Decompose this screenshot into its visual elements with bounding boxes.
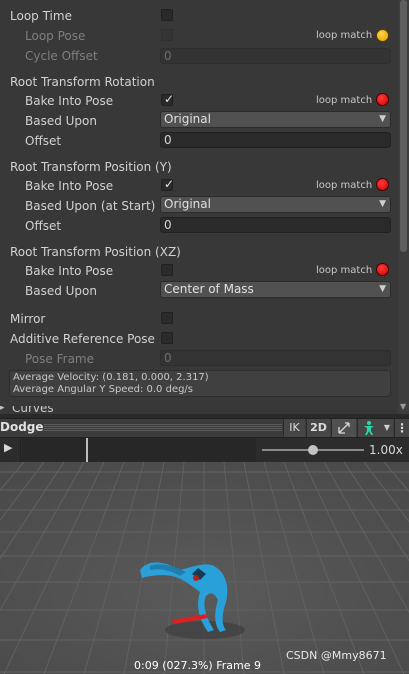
cycle-offset-field[interactable]: 0 bbox=[160, 48, 391, 64]
preview-viewport[interactable]: 0:09 (027.3%) Frame 9 CSDN @Mmy8671 bbox=[0, 462, 409, 674]
scroll-down-arrow-icon[interactable]: ▼ bbox=[400, 402, 406, 411]
more-menu-button[interactable]: ⋮ bbox=[394, 419, 409, 437]
loop-match-label: loop match bbox=[316, 265, 373, 276]
loop-match-label: loop match bbox=[316, 30, 373, 41]
checkmark-icon: ✓ bbox=[164, 92, 175, 106]
play-button[interactable]: ▶ bbox=[0, 438, 21, 462]
loop-match-label: loop match bbox=[316, 180, 373, 191]
dropdown-value: Original bbox=[164, 197, 211, 211]
posy-bake-label: Bake Into Pose bbox=[25, 179, 114, 193]
loop-match-label: loop match bbox=[316, 95, 373, 106]
root-rotation-header: Root Transform Rotation bbox=[10, 75, 155, 89]
checkmark-icon: ✓ bbox=[164, 177, 175, 191]
curves-label: Curves bbox=[12, 406, 54, 414]
average-velocity-text: Average Velocity: (0.181, 0.000, 2.317) bbox=[13, 372, 209, 383]
posy-based-upon-dropdown[interactable]: Original ▼ bbox=[160, 196, 391, 213]
cycle-offset-label: Cycle Offset bbox=[25, 49, 98, 63]
inspector-scrollbar-thumb[interactable] bbox=[400, 0, 407, 252]
loop-match-yellow-indicator-icon bbox=[376, 29, 389, 42]
dropdown-arrow-icon: ▼ bbox=[383, 423, 390, 432]
dropdown-value: Center of Mass bbox=[164, 282, 254, 296]
rot-bake-label: Bake Into Pose bbox=[25, 94, 114, 108]
preview-scene bbox=[0, 462, 409, 674]
speed-slider-thumb[interactable] bbox=[308, 445, 318, 455]
posxz-bake-checkbox[interactable] bbox=[161, 264, 173, 276]
avatar-selector-button[interactable]: ▼ bbox=[357, 419, 393, 437]
pose-frame-field[interactable]: 0 bbox=[160, 350, 391, 366]
foldout-arrow-icon: ▸ bbox=[0, 406, 5, 413]
mirror-checkbox[interactable] bbox=[161, 312, 173, 324]
loop-pose-checkbox[interactable] bbox=[161, 29, 173, 41]
animation-import-inspector: Loop Time Loop Pose loop match Cycle Off… bbox=[0, 0, 398, 414]
dropdown-value: Original bbox=[164, 112, 211, 126]
posxz-bake-label: Bake Into Pose bbox=[25, 264, 114, 278]
avatar-humanoid-icon bbox=[364, 421, 374, 435]
loop-match-red-indicator-icon bbox=[376, 178, 389, 191]
pivot-icon bbox=[338, 422, 350, 434]
pose-frame-label: Pose Frame bbox=[25, 352, 94, 366]
2d-toggle-button[interactable]: 2D bbox=[306, 419, 330, 437]
dropdown-arrow-icon: ▼ bbox=[379, 284, 386, 294]
timeline-scrubber[interactable] bbox=[22, 438, 256, 462]
root-position-xz-header: Root Transform Position (XZ) bbox=[10, 245, 181, 259]
preview-timeline-bar: ▶ 1.00x bbox=[0, 438, 409, 462]
preview-toolbar: Dodge IK 2D ▼ ⋮ bbox=[0, 418, 409, 438]
mirror-label: Mirror bbox=[10, 312, 46, 326]
curves-foldout[interactable]: ▸ Curves bbox=[0, 406, 398, 414]
ik-toggle-button[interactable]: IK bbox=[283, 419, 305, 437]
posy-based-upon-label: Based Upon (at Start) bbox=[25, 199, 156, 213]
watermark-text: CSDN @Mmy8671 bbox=[286, 649, 387, 662]
kebab-menu-icon: ⋮ bbox=[396, 421, 408, 435]
pivot-toggle-button[interactable] bbox=[331, 419, 356, 437]
play-icon: ▶ bbox=[4, 441, 13, 454]
loop-pose-label: Loop Pose bbox=[25, 29, 86, 43]
rot-based-upon-label: Based Upon bbox=[25, 114, 97, 128]
posy-bake-checkbox[interactable]: ✓ bbox=[161, 177, 175, 191]
preview-title: Dodge bbox=[0, 420, 44, 434]
timeline-playhead[interactable] bbox=[86, 438, 88, 462]
rot-bake-checkbox[interactable]: ✓ bbox=[161, 92, 175, 106]
drag-handle[interactable] bbox=[44, 423, 282, 432]
root-position-y-header: Root Transform Position (Y) bbox=[10, 160, 172, 174]
info-box: Average Velocity: (0.181, 0.000, 2.317) … bbox=[9, 370, 391, 397]
rot-based-upon-dropdown[interactable]: Original ▼ bbox=[160, 111, 391, 128]
rot-offset-field[interactable]: 0 bbox=[160, 132, 391, 148]
additive-reference-pose-checkbox[interactable] bbox=[161, 332, 173, 344]
loop-time-label: Loop Time bbox=[10, 9, 72, 23]
loop-match-red-indicator-icon bbox=[376, 263, 389, 276]
average-angular-speed-text: Average Angular Y Speed: 0.0 deg/s bbox=[13, 384, 193, 395]
additive-reference-pose-label: Additive Reference Pose bbox=[10, 332, 155, 346]
loop-match-red-indicator-icon bbox=[376, 93, 389, 106]
frame-status-text: 0:09 (027.3%) Frame 9 bbox=[134, 659, 261, 672]
posxz-based-upon-dropdown[interactable]: Center of Mass ▼ bbox=[160, 281, 391, 298]
dropdown-arrow-icon: ▼ bbox=[379, 199, 386, 209]
posxz-based-upon-label: Based Upon bbox=[25, 284, 97, 298]
posy-offset-field[interactable]: 0 bbox=[160, 217, 391, 233]
posy-offset-label: Offset bbox=[25, 219, 62, 233]
loop-time-checkbox[interactable] bbox=[161, 9, 173, 21]
speed-value: 1.00x bbox=[369, 443, 403, 457]
rot-offset-label: Offset bbox=[25, 134, 62, 148]
dropdown-arrow-icon: ▼ bbox=[379, 114, 386, 124]
